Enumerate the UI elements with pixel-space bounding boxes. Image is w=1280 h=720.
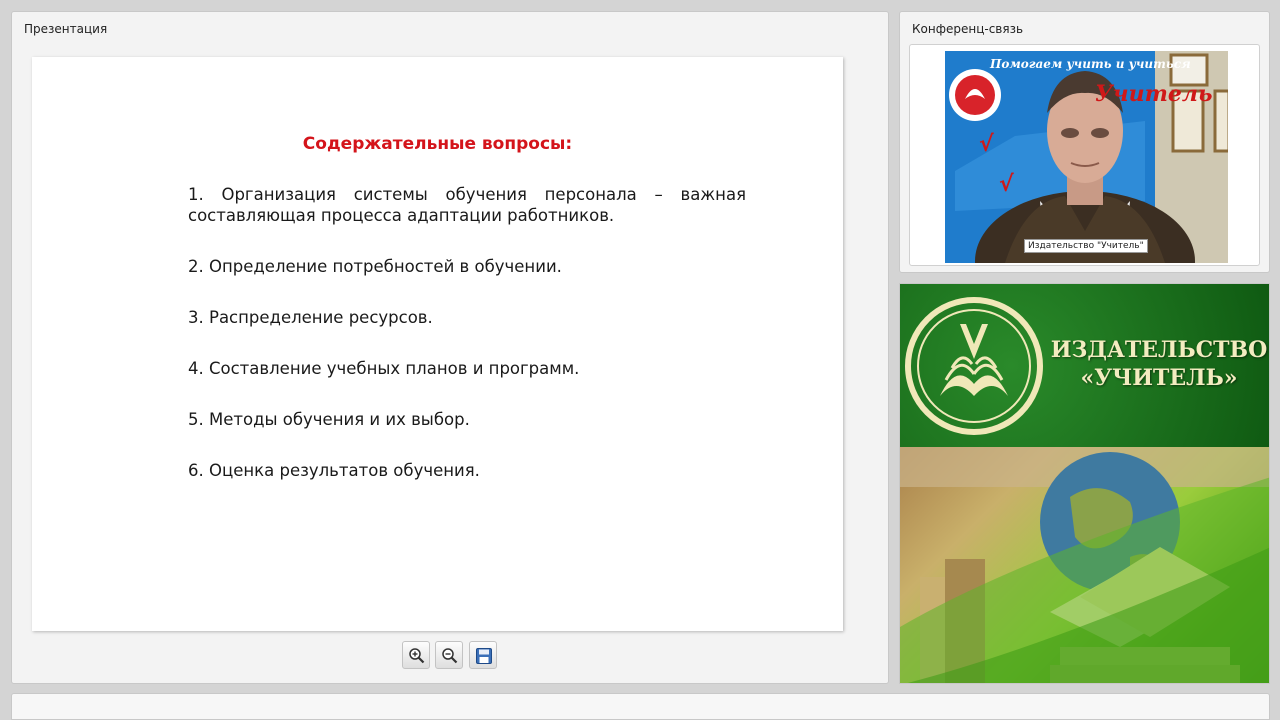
- presentation-panel-title: Презентация: [24, 22, 108, 36]
- zoom-out-button[interactable]: [435, 641, 463, 669]
- webcam-video[interactable]: √ √ Помогаем учить и учиться Учитель Изд…: [945, 51, 1228, 263]
- slide-item: 6. Оценка результатов обучения.: [188, 461, 480, 480]
- svg-text:√: √: [999, 172, 1014, 197]
- video-caption: Издательство "Учитель": [1024, 239, 1148, 253]
- svg-text:√: √: [979, 132, 994, 157]
- slide-item: 3. Распределение ресурсов.: [188, 308, 433, 327]
- zoom-in-icon: [409, 648, 425, 664]
- zoom-out-icon: [442, 648, 458, 664]
- brand-image: [900, 447, 1269, 683]
- save-button[interactable]: [469, 641, 497, 669]
- poster-slogan: Помогаем учить и учиться: [990, 57, 1191, 71]
- conference-panel-title: Конференц-связь: [912, 22, 1024, 36]
- bottom-panel: [11, 693, 1270, 720]
- books-globe-image: [900, 447, 1269, 683]
- brand-banner: ИЗДАТЕЛЬСТВО «УЧИТЕЛЬ»: [899, 283, 1270, 684]
- slide-item: 1. Организация системы обучения персонал…: [188, 185, 746, 225]
- presentation-slide: Содержательные вопросы: 1. Организация с…: [32, 57, 843, 631]
- slide-item: 2. Определение потребностей в обучении.: [188, 257, 562, 276]
- video-container: √ √ Помогаем учить и учиться Учитель Изд…: [909, 44, 1260, 266]
- conference-panel: Конференц-связь √ √ Помогаем учить и учи…: [899, 11, 1270, 273]
- brand-name-line2: «УЧИТЕЛЬ»: [1080, 365, 1238, 391]
- slide-heading: Содержательные вопросы:: [302, 134, 573, 154]
- poster-brand: Учитель: [1095, 81, 1213, 107]
- slide-item: 5. Методы обучения и их выбор.: [188, 410, 470, 429]
- brand-header: ИЗДАТЕЛЬСТВО «УЧИТЕЛЬ»: [900, 284, 1269, 447]
- brand-name-line1: ИЗДАТЕЛЬСТВО: [1050, 337, 1268, 363]
- slide-toolbar: [402, 641, 502, 671]
- slide-list: 1. Организация системы обучения персонал…: [188, 184, 746, 511]
- zoom-in-button[interactable]: [402, 641, 430, 669]
- slide-item: 4. Составление учебных планов и программ…: [188, 359, 580, 378]
- brand-name: ИЗДАТЕЛЬСТВО «УЧИТЕЛЬ»: [1048, 336, 1269, 392]
- presentation-panel: Презентация Содержательные вопросы: 1. О…: [11, 11, 889, 684]
- publisher-logo-icon: [905, 297, 1043, 435]
- save-icon: [476, 648, 492, 664]
